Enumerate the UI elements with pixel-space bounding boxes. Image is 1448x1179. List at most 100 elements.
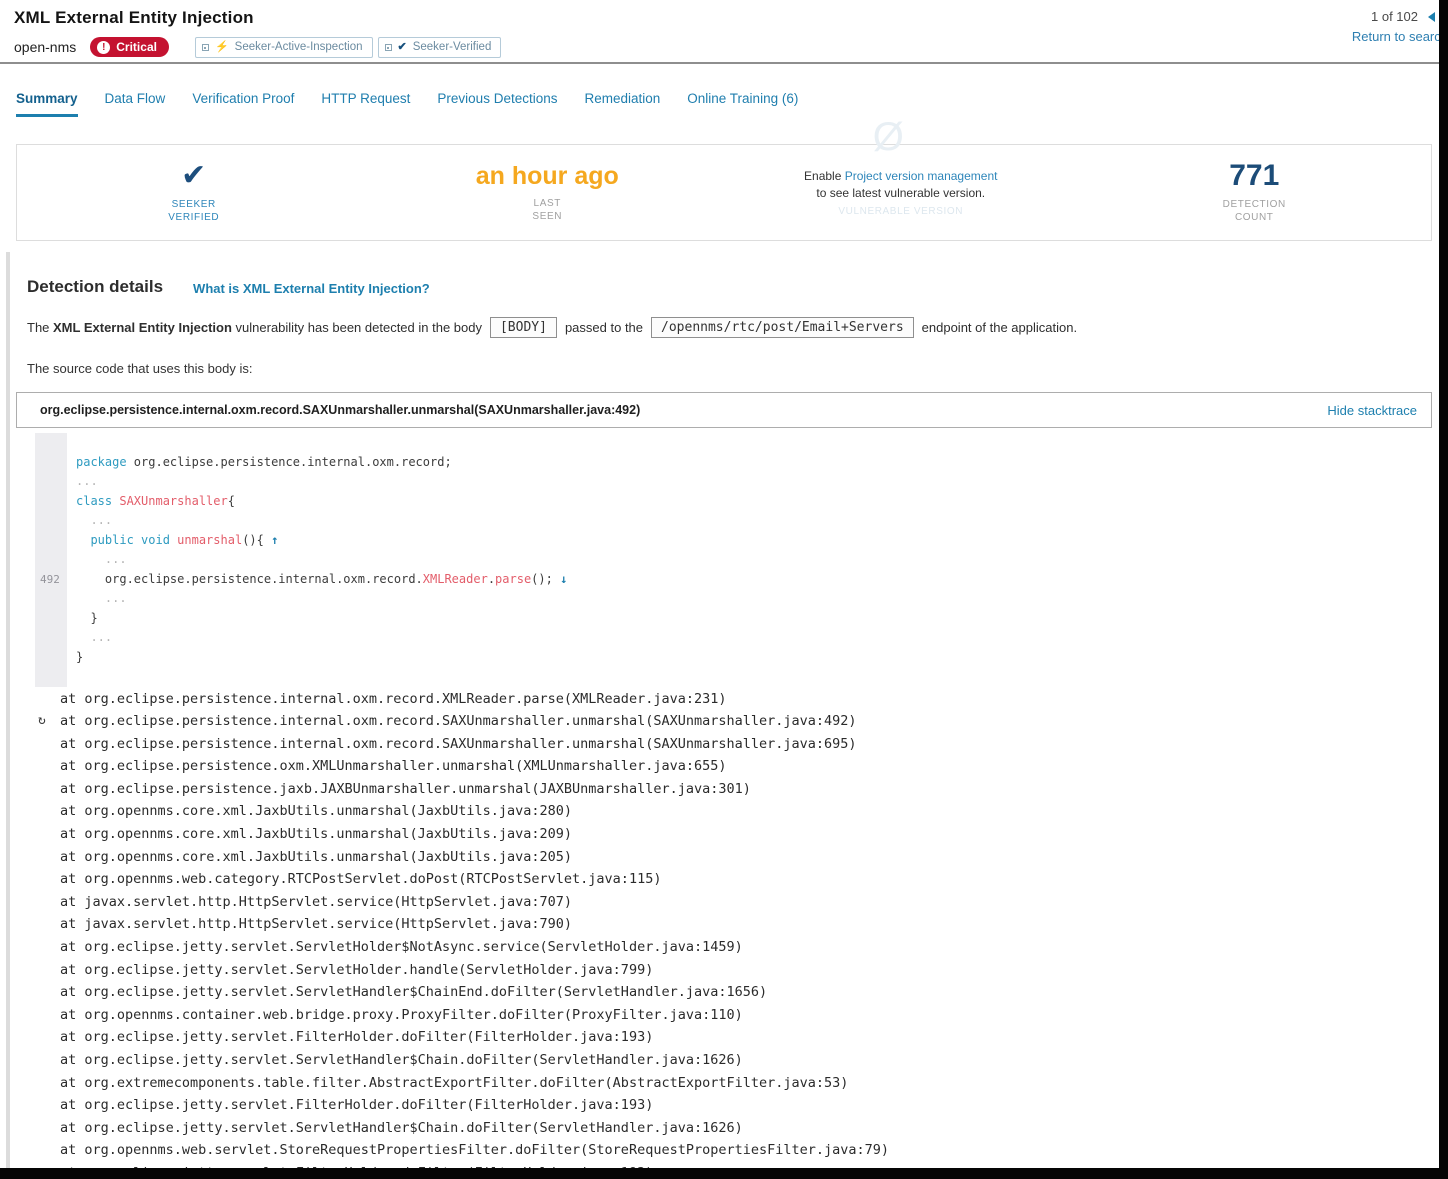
stacktrace-line: at org.eclipse.jetty.servlet.ServletHand… xyxy=(38,1049,1448,1072)
source-code-intro: The source code that uses this body is: xyxy=(27,361,1448,376)
line-number xyxy=(35,667,67,687)
loop-marker-icon xyxy=(38,891,60,914)
vulnerability-name: XML External Entity Injection xyxy=(53,320,232,335)
code-token: (); xyxy=(531,572,560,586)
tag-box-icon xyxy=(202,44,209,51)
loop-marker-icon xyxy=(38,1049,60,1072)
page-title: XML External Entity Injection xyxy=(14,8,1448,28)
line-number xyxy=(35,648,67,668)
left-gutter-line xyxy=(6,252,10,1168)
return-to-search-link[interactable]: Return to search xyxy=(1352,29,1448,44)
tab-online-training[interactable]: Online Training (6) xyxy=(687,91,798,114)
stacktrace-line: at org.eclipse.persistence.oxm.XMLUnmars… xyxy=(38,755,1448,778)
line-number xyxy=(35,609,67,629)
stacktrace-text: at org.eclipse.jetty.servlet.ServletHold… xyxy=(60,959,653,982)
loop-marker-icon xyxy=(38,823,60,846)
seeker-vulnerability-page: XML External Entity Injection open-nms !… xyxy=(0,0,1448,1179)
loop-marker-icon xyxy=(38,1072,60,1095)
last-seen-label: LAST SEEN xyxy=(532,197,562,223)
stacktrace-line: at org.opennms.container.web.bridge.prox… xyxy=(38,1004,1448,1027)
code-token: ... xyxy=(76,552,127,566)
code-token: XMLReader xyxy=(423,572,488,586)
code-text xyxy=(67,433,76,453)
vulnerable-version-cell: Ø Enable Project version management to s… xyxy=(724,145,1078,240)
line-number xyxy=(35,531,67,551)
check-icon: ✔ xyxy=(398,42,407,53)
prev-arrow-icon[interactable] xyxy=(1428,12,1435,22)
tag-seeker-verified[interactable]: ✔ Seeker-Verified xyxy=(378,37,502,58)
stacktrace-line: at org.eclipse.jetty.servlet.FilterHolde… xyxy=(38,1026,1448,1049)
loop-marker-icon xyxy=(38,981,60,1004)
label-line: VERIFIED xyxy=(168,212,219,223)
tag-label: Seeker-Verified xyxy=(413,41,492,53)
loop-marker-icon xyxy=(38,1117,60,1140)
header: XML External Entity Injection open-nms !… xyxy=(0,0,1448,64)
code-line: ... xyxy=(35,550,1448,570)
tag-label: Seeker-Active-Inspection xyxy=(235,41,363,53)
code-line: class SAXUnmarshaller{ xyxy=(35,492,1448,512)
loop-marker-icon xyxy=(38,913,60,936)
code-line: ... xyxy=(35,472,1448,492)
label-line: COUNT xyxy=(1235,212,1274,223)
tag-seeker-active-inspection[interactable]: ⚡ Seeker-Active-Inspection xyxy=(195,37,373,58)
endpoint-chip: /opennms/rtc/post/Email+Servers xyxy=(651,317,914,338)
seeker-verified-cell: ✔ SEEKER VERIFIED xyxy=(17,145,371,240)
stacktrace-text: at org.eclipse.persistence.internal.oxm.… xyxy=(60,710,857,733)
code-token: ... xyxy=(76,591,127,605)
status-summary-card: ✔ SEEKER VERIFIED an hour ago LAST SEEN … xyxy=(16,144,1432,241)
code-line xyxy=(35,667,1448,687)
stacktrace-line: at org.eclipse.jetty.servlet.ServletHold… xyxy=(38,936,1448,959)
code-line: ... xyxy=(35,628,1448,648)
code-text: ... xyxy=(67,472,98,492)
loop-marker-icon xyxy=(38,800,60,823)
tag-group: ⚡ Seeker-Active-Inspection ✔ Seeker-Veri… xyxy=(195,37,501,58)
detection-count-cell: 771 DETECTION COUNT xyxy=(1078,145,1432,240)
hide-stacktrace-link[interactable]: Hide stacktrace xyxy=(1327,403,1417,418)
stacktrace-line: at org.eclipse.persistence.jaxb.JAXBUnma… xyxy=(38,778,1448,801)
jump-arrow-icon[interactable]: ↑ xyxy=(271,533,278,547)
tab-previous-detections[interactable]: Previous Detections xyxy=(437,91,557,114)
source-code-block: package org.eclipse.persistence.internal… xyxy=(35,433,1448,687)
stacktrace-text: at org.opennms.core.xml.JaxbUtils.unmars… xyxy=(60,846,572,869)
code-token: org.eclipse.persistence.internal.oxm.rec… xyxy=(76,572,423,586)
code-token: } xyxy=(76,650,83,664)
detection-count-value: 771 xyxy=(1229,161,1279,191)
meta-row: open-nms ! Critical ⚡ Seeker-Active-Insp… xyxy=(14,36,1448,58)
stacktrace-text: at org.eclipse.persistence.jaxb.JAXBUnma… xyxy=(60,778,751,801)
tab-summary[interactable]: Summary xyxy=(16,91,78,117)
tab-verification-proof[interactable]: Verification Proof xyxy=(192,91,294,114)
stacktrace-text: at org.eclipse.persistence.internal.oxm.… xyxy=(60,733,857,756)
stacktrace-list: at org.eclipse.persistence.internal.oxm.… xyxy=(38,688,1448,1179)
tab-http-request[interactable]: HTTP Request xyxy=(321,91,410,114)
stacktrace-text: at org.eclipse.jetty.servlet.FilterHolde… xyxy=(60,1026,653,1049)
stacktrace-line: at org.eclipse.jetty.servlet.FilterHolde… xyxy=(38,1094,1448,1117)
stacktrace-line: at org.opennms.web.category.RTCPostServl… xyxy=(38,868,1448,891)
label-line: DETECTION xyxy=(1223,199,1286,210)
stacktrace-line: at org.eclipse.jetty.servlet.ServletHand… xyxy=(38,981,1448,1004)
loop-marker-icon xyxy=(38,733,60,756)
loop-marker-icon: ↻ xyxy=(38,710,60,733)
jump-arrow-icon[interactable]: ↓ xyxy=(560,572,567,586)
what-is-xxe-link[interactable]: What is XML External Entity Injection? xyxy=(193,281,430,297)
loop-marker-icon xyxy=(38,959,60,982)
code-text: ... xyxy=(67,511,112,531)
code-token: ... xyxy=(76,474,98,488)
loop-marker-icon xyxy=(38,1004,60,1027)
stacktrace-line: at org.opennms.core.xml.JaxbUtils.unmars… xyxy=(38,846,1448,869)
detection-details-section: Detection details What is XML External E… xyxy=(0,277,1448,1179)
detection-details-header: Detection details What is XML External E… xyxy=(27,277,1448,297)
project-version-management-link[interactable]: Project version management xyxy=(845,169,998,183)
code-token: ... xyxy=(76,630,112,644)
code-line: package org.eclipse.persistence.internal… xyxy=(35,453,1448,473)
message-prefix: Enable xyxy=(804,169,845,183)
label-line: LAST xyxy=(534,198,561,209)
stacktrace-line: at org.extremecomponents.table.filter.Ab… xyxy=(38,1072,1448,1095)
stacktrace-text: at org.eclipse.jetty.servlet.ServletHand… xyxy=(60,1049,743,1072)
stacktrace-line: at javax.servlet.http.HttpServlet.servic… xyxy=(38,913,1448,936)
tab-data-flow[interactable]: Data Flow xyxy=(105,91,166,114)
stacktrace-text: at org.opennms.core.xml.JaxbUtils.unmars… xyxy=(60,823,572,846)
tab-remediation[interactable]: Remediation xyxy=(584,91,660,114)
severity-badge[interactable]: ! Critical xyxy=(90,37,169,57)
enable-version-message: Enable Project version management to see… xyxy=(804,168,997,202)
stacktrace-line: at org.eclipse.jetty.servlet.ServletHand… xyxy=(38,1117,1448,1140)
